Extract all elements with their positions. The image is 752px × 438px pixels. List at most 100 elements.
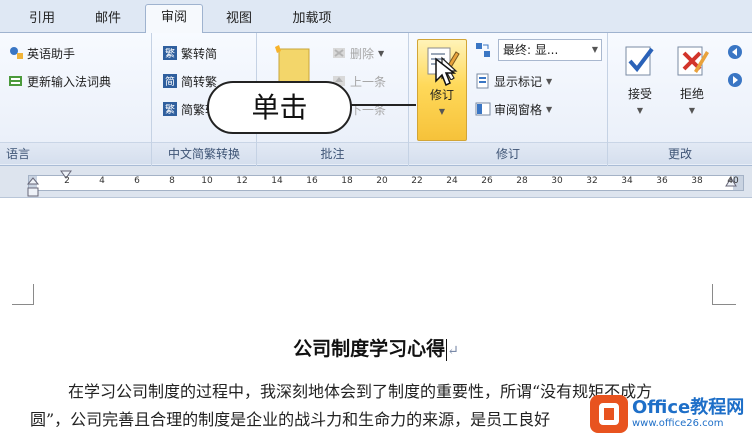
reviewing-pane-dropdown-icon: ▼ [546, 104, 553, 114]
traditional-to-simplified-icon: 繁 [163, 46, 177, 60]
dictionary-update-icon [9, 76, 22, 86]
ruler-tick: 30 [551, 176, 563, 186]
accept-button[interactable]: 接受 ▼ [616, 39, 664, 141]
delete-comment-icon [333, 48, 345, 58]
display-for-review-icon [476, 43, 490, 57]
watermark-sub: www.office26.com [632, 418, 724, 429]
ruler-tick: 32 [586, 176, 598, 186]
reviewing-pane-icon [475, 102, 491, 116]
crop-mark-left-horizontal [12, 304, 34, 305]
show-markup-label: 显示标记 [494, 74, 543, 89]
update-ime-dictionary-label: 更新输入法词典 [27, 74, 112, 89]
ruler-tick: 4 [99, 176, 105, 186]
group-tracking: 修订 ▼ 最终: 显... ▼ 显示标记 ▼ 审阅窗格 ▼ 修订 [409, 33, 608, 166]
ribbon-tab-row: 引用 邮件 审阅 视图 加载项 [0, 0, 752, 34]
svg-text:简: 简 [165, 75, 175, 88]
reject-button[interactable]: 拒绝 ▼ [668, 39, 716, 141]
watermark: Office教程网 www.office26.com [590, 392, 744, 436]
delete-comment-label: 删除 [350, 46, 375, 61]
ruler-tick: 38 [691, 176, 703, 186]
show-markup-dropdown-icon: ▼ [546, 76, 553, 86]
ruler-tick: 8 [169, 176, 175, 186]
paragraph-mark-icon: ↵ [447, 343, 459, 359]
reviewing-pane-label: 审阅窗格 [494, 102, 543, 117]
document-title[interactable]: 公司制度学习心得 ↵ [0, 334, 752, 361]
ruler-tick: 6 [134, 176, 140, 186]
reject-label: 拒绝 [679, 87, 704, 101]
group-comments-label: 批注 [257, 142, 408, 164]
accept-icon [625, 46, 654, 76]
watermark-main: Office教程网 [632, 397, 745, 418]
accept-label: 接受 [627, 87, 652, 101]
ruler-tick: 40 [727, 176, 739, 186]
next-change-icon[interactable] [726, 71, 744, 89]
ruler-tick: 18 [341, 176, 353, 186]
group-tracking-label: 修订 [409, 142, 607, 164]
english-assistant-button[interactable]: 英语助手 [8, 43, 75, 63]
body-paragraph-line-1[interactable]: 在学习公司制度的过程中，我深刻地体会到了制度的重要性，所谓“没有规矩不成方 [68, 378, 652, 402]
office-logo-icon [590, 395, 628, 433]
ruler-tick: 36 [656, 176, 668, 186]
simplified-to-traditional-icon: 简 [163, 74, 177, 88]
svg-text:繁: 繁 [165, 103, 175, 116]
delete-comment-button[interactable]: 删除 ▼ [331, 43, 384, 63]
ruler-tick: 14 [271, 176, 283, 186]
group-changes-label: 更改 [608, 142, 752, 164]
reviewing-pane-button[interactable]: 审阅窗格 ▼ [475, 99, 552, 119]
click-callout: 单击 [207, 81, 352, 134]
watermark-text: Office教程网 www.office26.com [632, 398, 744, 430]
english-assistant-label: 英语助手 [27, 46, 76, 61]
ruler-tick: 2 [64, 176, 70, 186]
ruler-tick: 20 [376, 176, 388, 186]
simplified-to-traditional-label: 简转繁 [181, 74, 218, 89]
update-ime-dictionary-button[interactable]: 更新输入法词典 [8, 71, 111, 91]
ribbon: 英语助手 更新输入法词典 语言 繁 繁转简 简 简转繁 繁 简繁转换 中文简繁转… [0, 33, 752, 166]
tab-review[interactable]: 审阅 [145, 4, 203, 34]
track-changes-dropdown-icon: ▼ [438, 107, 446, 116]
ruler-tick: 34 [621, 176, 633, 186]
ruler-tick: 26 [481, 176, 493, 186]
ruler-tick: 10 [201, 176, 213, 186]
callout-connector-line [350, 104, 416, 106]
left-indent-marker-icon[interactable] [27, 174, 39, 198]
chinese-conversion-icon: 繁 [163, 102, 177, 116]
show-markup-button[interactable]: 显示标记 ▼ [475, 71, 552, 91]
crop-mark-right-vertical [712, 284, 722, 304]
previous-change-icon[interactable] [726, 43, 744, 61]
reject-icon [677, 46, 709, 76]
tab-addins[interactable]: 加载项 [278, 6, 346, 33]
reject-dropdown-icon: ▼ [688, 106, 696, 115]
ruler-tick: 16 [306, 176, 318, 186]
previous-comment-label: 上一条 [350, 74, 387, 89]
traditional-to-simplified-button[interactable]: 繁 繁转简 [162, 43, 217, 63]
document-title-text: 公司制度学习心得 [293, 338, 446, 360]
tab-mailings[interactable]: 邮件 [80, 6, 136, 33]
ruler-tick: 24 [446, 176, 458, 186]
delete-dropdown-arrow-icon: ▼ [378, 48, 385, 58]
simplified-to-traditional-button[interactable]: 简 简转繁 [162, 71, 217, 91]
show-markup-icon [476, 73, 489, 89]
group-changes: 接受 ▼ 拒绝 ▼ 更改 [608, 33, 752, 166]
display-for-review-dropdown-icon: ▼ [591, 45, 598, 54]
mouse-pointer-icon [435, 57, 456, 87]
group-chinese-conversion-label: 中文简繁转换 [152, 142, 256, 164]
track-changes-button[interactable]: 修订 ▼ [417, 39, 467, 141]
horizontal-ruler[interactable]: 2 4 6 8 10 12 14 16 18 20 22 24 26 28 30… [0, 166, 752, 198]
group-language-label: 语言 [0, 142, 151, 164]
ruler-tick: 12 [236, 176, 248, 186]
crop-mark-right-horizontal [712, 304, 736, 305]
traditional-to-simplified-label: 繁转简 [181, 46, 218, 61]
track-changes-label: 修订 [429, 88, 454, 102]
ruler-tick: 22 [411, 176, 423, 186]
display-for-review-value: 最终: 显... [503, 43, 559, 57]
tab-view[interactable]: 视图 [211, 6, 267, 33]
group-language: 英语助手 更新输入法词典 语言 [0, 33, 152, 166]
english-assistant-icon [10, 47, 23, 59]
svg-text:繁: 繁 [165, 47, 175, 60]
crop-mark-left-vertical [24, 284, 34, 304]
accept-dropdown-icon: ▼ [636, 106, 644, 115]
ruler-tick: 28 [516, 176, 528, 186]
tab-references[interactable]: 引用 [14, 6, 70, 33]
display-for-review-select[interactable]: 最终: 显... ▼ [498, 39, 602, 61]
body-paragraph-line-2[interactable]: 圆”，公司完善且合理的制度是企业的战斗力和生命力的来源，是员工良好 [30, 406, 550, 430]
